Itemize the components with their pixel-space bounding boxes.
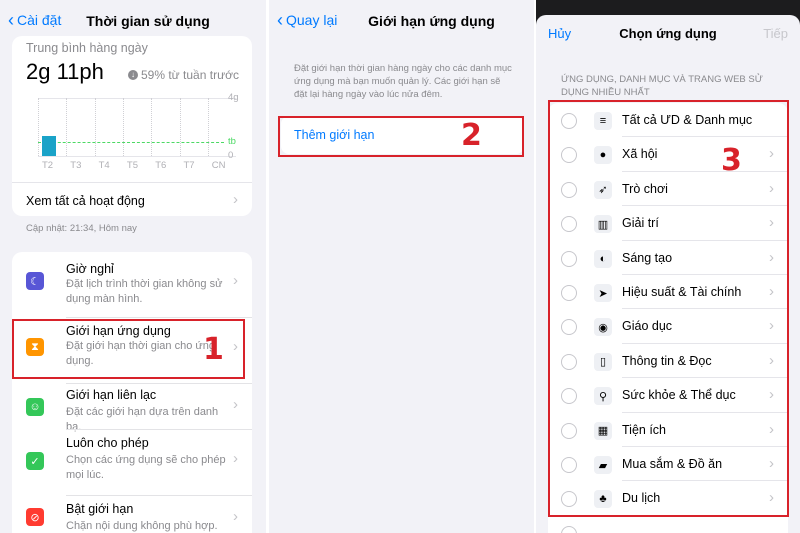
nav-bar: ‹ Cài đặt Thời gian sử dụng [0, 0, 266, 40]
daily-average-label: Trung bình hàng ngày [26, 41, 148, 55]
nav-bar: ‹ Quay lại Giới hạn ứng dụng [269, 0, 534, 40]
y-tick-label: 0 [228, 150, 234, 161]
row-communication-limits[interactable]: ☺ Giới hạn liên lạc Đặt các giới hạn dựa… [12, 384, 252, 433]
x-tick-label: T2 [42, 160, 54, 171]
chevron-right-icon: › [233, 396, 238, 413]
moon-icon: ☾ [26, 272, 44, 290]
x-tick-label: T5 [126, 160, 138, 171]
x-tick-label: T4 [98, 160, 110, 171]
x-tick-label: CN [211, 160, 226, 171]
next-button[interactable]: Tiếp [763, 26, 788, 41]
grid-line [179, 98, 181, 156]
row-title: Giới hạn liên lạc [66, 388, 157, 402]
divider [12, 182, 252, 183]
daily-average-value: 2g 11ph [26, 59, 104, 84]
weekly-change: ↓ 59% từ tuần trước [128, 68, 239, 82]
row-always-allowed[interactable]: ✓ Luôn cho phép Chọn các ứng dụng sẽ cho… [12, 430, 252, 496]
checkmark-icon: ✓ [26, 452, 44, 470]
chevron-right-icon: › [233, 450, 238, 467]
arrow-down-circle-icon: ↓ [128, 70, 138, 80]
grid-line [38, 98, 39, 156]
section-header: ỨNG DỤNG, DANH MỤC VÀ TRANG WEB SỬ DỤNG … [561, 74, 763, 98]
app-limits-panel: ‹ Quay lại Giới hạn ứng dụng Đặt giới hạ… [269, 0, 534, 533]
row-title: Bật giới hạn [66, 502, 134, 516]
sheet-title: Chọn ứng dụng [619, 26, 717, 41]
row-title: Luôn cho phép [66, 436, 149, 450]
weekly-change-label: 59% từ tuần trước [141, 68, 239, 82]
bar-t2 [42, 136, 56, 156]
description-text: Đặt giới hạn thời gian hàng ngày cho các… [294, 63, 512, 100]
page-title: Giới hạn ứng dụng [368, 13, 495, 29]
settings-list: ☾ Giờ nghỉ Đặt lịch trình thời gian khôn… [12, 252, 252, 533]
last-updated-label: Cập nhật: 21:34, Hôm nay [26, 223, 137, 234]
row-title: Giờ nghỉ [66, 262, 114, 276]
highlight-box [548, 100, 789, 517]
row-subtitle: Chọn các ứng dụng sẽ cho phép mọi lúc. [66, 454, 226, 481]
step-number: 2 [461, 118, 482, 153]
row-subtitle: Chặn nội dung không phù hợp. [66, 520, 218, 532]
row-content-restrictions[interactable]: ⊘ Bật giới hạn Chặn nội dung không phù h… [12, 496, 252, 533]
highlight-box [278, 116, 524, 157]
average-label: tb [228, 136, 236, 148]
step-number: 1 [203, 332, 224, 367]
row-downtime[interactable]: ☾ Giờ nghỉ Đặt lịch trình thời gian khôn… [12, 252, 252, 318]
grid-line [207, 98, 209, 156]
category-row[interactable] [548, 516, 788, 533]
grid-line [38, 98, 236, 99]
x-tick-label: T6 [155, 160, 167, 171]
choose-apps-panel: Hủy Chọn ứng dụng Tiếp ỨNG DỤNG, DANH MỤ… [536, 0, 800, 533]
chevron-right-icon: › [233, 508, 238, 525]
grid-line [122, 98, 124, 156]
x-tick-label: T3 [70, 160, 82, 171]
chevron-right-icon: › [233, 272, 238, 289]
see-all-activity-row[interactable]: Xem tất cả hoạt động › [12, 186, 252, 216]
grid-line [94, 98, 96, 156]
y-tick-label: 4g [228, 92, 239, 103]
page-title: Thời gian sử dụng [86, 13, 210, 29]
grid-line [151, 98, 153, 156]
chevron-right-icon: › [233, 191, 238, 208]
person-icon: ☺ [26, 398, 44, 416]
daily-average-card: Trung bình hàng ngày 2g 11ph ↓ 59% từ tu… [12, 36, 252, 216]
grid-line [66, 98, 68, 156]
row-subtitle: Đặt lịch trình thời gian không sử dụng m… [66, 278, 223, 305]
block-icon: ⊘ [26, 508, 44, 526]
grid-line [38, 156, 236, 157]
screen-time-panel: ‹ Cài đặt Thời gian sử dụng Trung bình h… [0, 0, 266, 533]
x-tick-label: T7 [183, 160, 195, 171]
see-all-activity-label: Xem tất cả hoạt động [26, 194, 145, 208]
radio-button[interactable] [561, 525, 577, 533]
step-number: 3 [721, 143, 742, 178]
